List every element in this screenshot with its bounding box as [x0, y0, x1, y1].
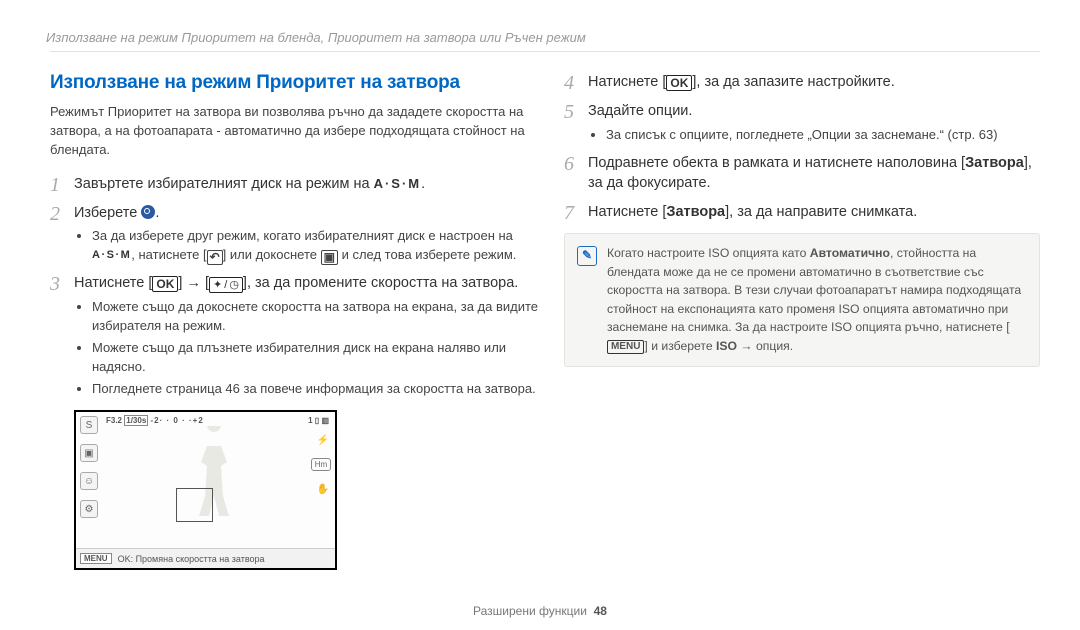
note-text: Когато настроите ISO опцията като Автома…: [607, 244, 1027, 355]
back-button-icon: ↶: [207, 250, 223, 265]
step-num: 2: [50, 200, 60, 229]
mode-dial-asm-icon: A·S·M: [92, 248, 131, 264]
steps-right: 4 Натиснете [OK], за да запазите настрой…: [564, 72, 1040, 223]
text: Натиснете [: [588, 74, 666, 90]
mode-touch-icon: ▣: [321, 250, 338, 265]
ok-button-icon: OK: [152, 276, 178, 292]
note-bold-iso: ISO: [716, 339, 737, 353]
step-3: 3 Натиснете [OK] → [✦/◷], за да променит…: [50, 273, 540, 398]
camera-lcd-preview: S ▣ ☺ ⚙ F3.2 1/30s -2· · 0 · ·+2 1: [74, 410, 337, 570]
step-3-sub: Можете също да докоснете скоростта на за…: [74, 298, 540, 398]
text: ], за да направите снимката.: [725, 204, 917, 220]
step-6: 6 Подравнете обекта в рамката и натиснет…: [564, 153, 1040, 195]
lcd-right-icons: ⚡ Hm ✋: [311, 432, 331, 497]
step-2: 2 Изберете . За да изберете друг режим, …: [50, 203, 540, 266]
header-divider: [50, 51, 1040, 52]
shutter-priority-mode-icon: [141, 205, 155, 219]
text: Натиснете [: [588, 204, 666, 220]
step-num: 5: [564, 98, 574, 127]
text: , натиснете [: [131, 247, 206, 262]
arrow-right-icon: →: [186, 273, 201, 294]
step-1-text: Завъртете избирателният диск на режим на: [74, 176, 374, 192]
lcd-exposure-scale: -2· · 0 · ·+2: [151, 416, 204, 425]
step-num: 6: [564, 150, 574, 179]
lcd-photo-icon: ▣: [80, 444, 98, 462]
text: ], за да запазите настройките.: [692, 74, 894, 90]
lcd-stabilizer-icon: ✋: [315, 481, 331, 497]
right-column: 4 Натиснете [OK], за да запазите настрой…: [564, 72, 1040, 570]
timer-icon: ◷: [229, 278, 239, 292]
note-bold-auto: Автоматично: [810, 246, 890, 260]
lcd-bottom-text: OK: Промяна скоростта на затвора: [118, 554, 265, 564]
text: опция.: [753, 339, 794, 353]
page-header: Използване на режим Приоритет на бленда,…: [46, 30, 1040, 45]
step-3-sub-b: Можете също да плъзнете избирателния дис…: [92, 339, 540, 377]
page: Използване на режим Приоритет на бленда,…: [0, 0, 1080, 630]
step-1: 1 Завъртете избирателният диск на режим …: [50, 174, 540, 195]
step-2-sub-a: За да изберете друг режим, когато избира…: [92, 227, 540, 265]
step-num: 1: [50, 171, 60, 200]
step-5-sub-a: За списък с опциите, погледнете „Опции з…: [606, 126, 1040, 145]
lcd-left-icons: S ▣ ☺ ⚙: [80, 416, 98, 518]
steps-left: 1 Завъртете избирателният диск на режим …: [50, 174, 540, 399]
shutter-label: Затвора: [965, 155, 1024, 171]
lcd-mode-icon: S: [80, 416, 98, 434]
step-num: 4: [564, 69, 574, 98]
lcd-settings-icon: ⚙: [80, 500, 98, 518]
lcd-size-icon: Hm: [311, 458, 331, 471]
ok-button-icon: OK: [666, 75, 692, 91]
flash-icon: ✦: [213, 278, 222, 292]
lcd-shots-left: 1: [308, 416, 312, 425]
step-2-text: Изберете: [74, 205, 141, 221]
lcd-menu-button: MENU: [80, 553, 112, 564]
lcd-sd-icon: ▯: [315, 416, 319, 425]
note-box: ✎ Когато настроите ISO опцията като Авто…: [564, 233, 1040, 366]
step-5-sub: За списък с опциите, погледнете „Опции з…: [588, 126, 1040, 145]
lcd-bottombar: MENU OK: Промяна скоростта на затвора: [76, 548, 335, 568]
text: Подравнете обекта в рамката и натиснете …: [588, 155, 965, 171]
section-intro: Режимът Приоритет на затвора ви позволяв…: [50, 102, 540, 160]
page-footer: Разширени функции 48: [0, 604, 1080, 618]
step-num: 7: [564, 199, 574, 228]
text: ], за да промените скоростта на затвора.: [243, 275, 518, 291]
shutter-label: Затвора: [666, 204, 725, 220]
text: Когато настроите ISO опцията като: [607, 246, 810, 260]
flash-timer-buttons-icon: ✦/◷: [209, 277, 243, 293]
menu-button-icon: MENU: [607, 340, 644, 354]
step-7: 7 Натиснете [Затвора], за да направите с…: [564, 202, 1040, 223]
lcd-focus-box: [176, 488, 213, 522]
step-4: 4 Натиснете [OK], за да запазите настрой…: [564, 72, 1040, 93]
text: и след това изберете режим.: [338, 247, 516, 262]
step-num: 3: [50, 270, 60, 299]
text: +2: [193, 416, 204, 425]
lcd-scene-icon: ☺: [80, 472, 98, 490]
step-3-sub-c: Погледнете страница 46 за повече информа…: [92, 380, 540, 399]
step-3-sub-a: Можете също да докоснете скоростта на за…: [92, 298, 540, 336]
step-2-sub: За да изберете друг режим, когато избира…: [74, 227, 540, 265]
text: ] или докоснете: [223, 247, 321, 262]
step-5: 5 Задайте опции. За списък с опциите, по…: [564, 101, 1040, 145]
mode-dial-asm-icon: A·S·M: [374, 175, 422, 194]
text: За да изберете друг режим, когато избира…: [92, 228, 513, 243]
text: -2: [151, 416, 160, 425]
footer-section: Разширени функции: [473, 604, 587, 618]
lcd-aperture: F3.2: [106, 416, 122, 425]
lcd-topbar: F3.2 1/30s -2· · 0 · ·+2 1 ▯ ▥: [106, 416, 329, 425]
note-info-icon: ✎: [577, 246, 597, 266]
page-number: 48: [594, 604, 607, 618]
lcd-battery-icon: ▥: [321, 416, 329, 425]
text: Натиснете [: [74, 275, 152, 291]
step-5-text: Задайте опции.: [588, 103, 692, 119]
left-column: Използване на режим Приоритет на затвора…: [50, 72, 564, 570]
section-title: Използване на режим Приоритет на затвора: [50, 72, 540, 94]
lcd-shutter-speed: 1/30s: [124, 415, 148, 426]
text: ] и изберете: [644, 339, 716, 353]
content-columns: Използване на режим Приоритет на затвора…: [50, 72, 1040, 570]
lcd-flash-off-icon: ⚡: [315, 432, 331, 448]
arrow-right-icon: →: [740, 339, 752, 353]
